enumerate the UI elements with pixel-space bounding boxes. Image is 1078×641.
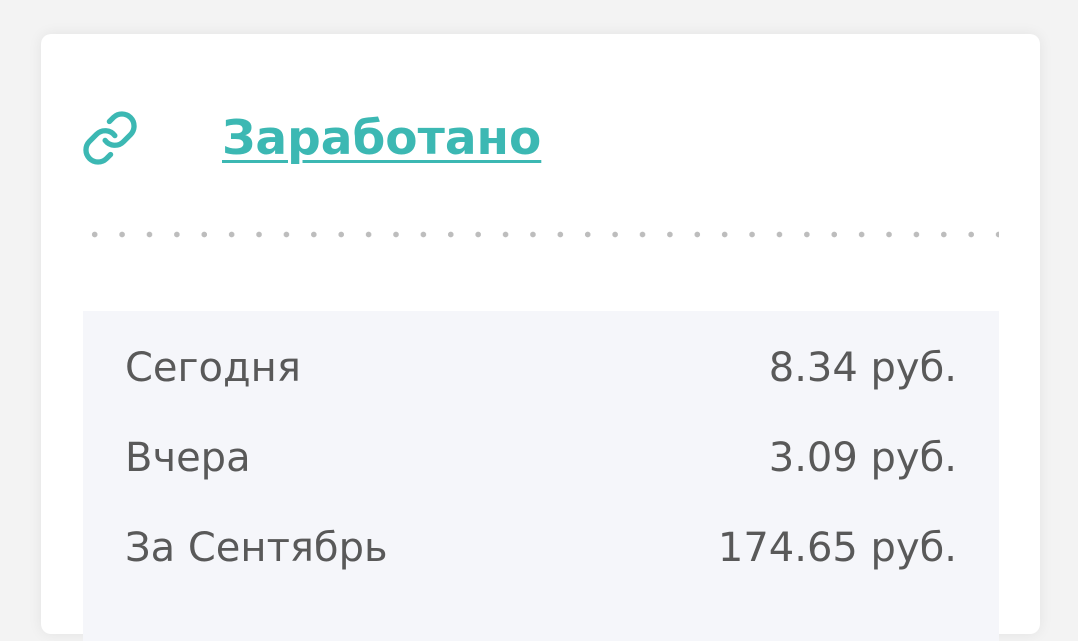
stat-value: 8.34 руб. xyxy=(768,345,957,391)
earnings-title-link[interactable]: Заработано xyxy=(222,111,541,166)
stat-label: Вчера xyxy=(125,435,251,481)
stat-value: 3.09 руб. xyxy=(768,435,957,481)
stat-label: За Сентябрь xyxy=(125,525,388,571)
stat-value: 174.65 руб. xyxy=(717,525,957,571)
link-icon xyxy=(83,111,137,165)
earnings-card: Заработано Сегодня 8.34 руб. Вчера 3.09 … xyxy=(41,34,1040,641)
stat-row-today: Сегодня 8.34 руб. xyxy=(125,338,957,398)
stat-row-month: За Сентябрь 174.65 руб. xyxy=(125,518,957,578)
card-header: Заработано xyxy=(81,108,541,168)
stat-label: Сегодня xyxy=(125,345,301,391)
stat-row-yesterday: Вчера 3.09 руб. xyxy=(125,428,957,488)
earnings-stats: Сегодня 8.34 руб. Вчера 3.09 руб. За Сен… xyxy=(83,311,999,641)
dotted-divider xyxy=(81,230,999,239)
